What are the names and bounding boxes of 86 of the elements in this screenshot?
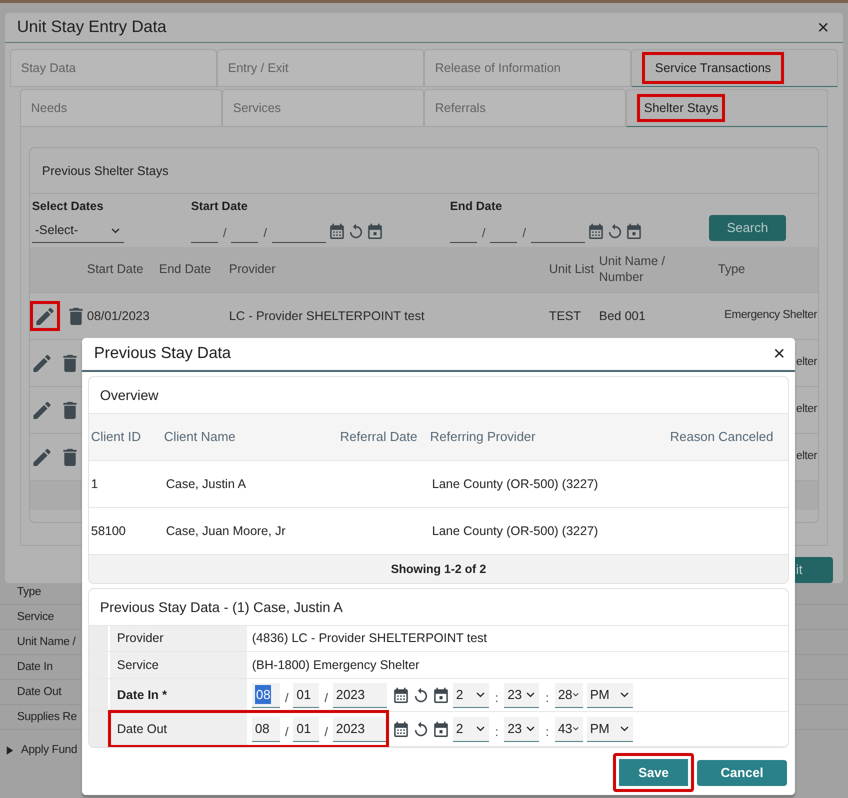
calendar-day-icon (366, 222, 383, 238)
dialog-button[interactable]: Save (613, 753, 694, 792)
calendar-icon (588, 222, 604, 238)
pagination-text: Showing 1-2 of 2 (89, 555, 788, 583)
edit-button[interactable] (30, 301, 60, 331)
pencil-icon (32, 353, 52, 373)
reset-icon (606, 222, 623, 238)
date-separator: / (481, 225, 486, 242)
column-header: Reason Canceled (669, 428, 774, 446)
table-cell-text: 1 (90, 476, 99, 493)
date-separator: / (323, 690, 329, 707)
tab[interactable]: Shelter Stays (626, 89, 828, 127)
hour-select[interactable]: 2 (452, 716, 489, 742)
table-cell-text: Lane County (OR-500) (3227) (431, 522, 600, 540)
table-cell-text: Case, Justin A (165, 476, 247, 493)
column-header: End Date (158, 262, 212, 278)
reset-icon (412, 721, 429, 737)
hour-select[interactable]: 2 (452, 682, 489, 708)
table-cell-text: elter (795, 449, 818, 464)
dialog-button[interactable]: Cancel (697, 760, 787, 786)
column-header: Type (717, 262, 746, 278)
calendar-icon (328, 222, 345, 238)
calendar-day-icon (626, 222, 642, 238)
search-button[interactable]: Search (709, 215, 786, 241)
pencil-icon (35, 306, 55, 326)
column-header: Provider (228, 262, 277, 278)
date-separator: / (284, 690, 290, 707)
date-separator: / (262, 225, 268, 242)
time-separator: : (494, 690, 500, 707)
table-cell-text: Lane County (OR-500) (3227) (431, 476, 600, 493)
field-label: Date Out (110, 712, 247, 746)
field-label: Start Date (191, 198, 249, 215)
day-field[interactable]: 01 (293, 682, 320, 708)
calendar-icon (392, 721, 409, 737)
column-header: Referral Date (339, 428, 418, 446)
column-header: Start Date (86, 262, 144, 278)
reset-icon (412, 687, 429, 703)
table-cell-text: Case, Juan Moore, Jr (165, 522, 286, 540)
close-button[interactable]: × (769, 344, 789, 364)
table-cell-text: 58100 (90, 522, 127, 540)
table-cell-text: elter (795, 402, 818, 418)
tab[interactable]: Service Transactions (631, 49, 838, 87)
second-select[interactable]: 28 (554, 682, 583, 708)
dates-select[interactable]: -Select- (32, 218, 124, 243)
time-separator: : (544, 690, 550, 707)
section-toggle[interactable]: Apply Fund (21, 742, 78, 760)
day-field[interactable]: 01 (293, 716, 320, 742)
column-header: Referring Provider (429, 428, 536, 446)
second-select[interactable]: 43 (554, 716, 583, 742)
dialog-title: Previous Stay Data (94, 344, 231, 364)
table-cell-text: Emergency Shelter (723, 308, 818, 324)
table-cell-text: Bed 001 (598, 308, 647, 325)
year-field[interactable]: 2023 (332, 682, 387, 708)
close-button[interactable]: × (813, 18, 833, 38)
month-field[interactable]: 08 (252, 716, 280, 742)
year-field[interactable]: 2023 (332, 716, 387, 742)
pencil-icon (32, 447, 52, 467)
month-field[interactable]: 08 (252, 682, 280, 708)
ampm-select[interactable]: PM (586, 716, 633, 742)
date-separator: / (521, 225, 527, 242)
field-label: Service (110, 652, 247, 678)
column-header: Unit List (548, 262, 596, 278)
ampm-select[interactable]: PM (586, 682, 633, 708)
column-header: Client Name (163, 428, 237, 446)
calendar-icon (392, 687, 409, 703)
field-label: Provider (110, 626, 247, 651)
column-header: Unit Name / Number (598, 254, 666, 286)
calendar-day-icon (432, 687, 449, 703)
calendar-day-icon (432, 721, 449, 737)
date-separator: / (222, 225, 228, 242)
panel-title: Previous Shelter Stays (30, 148, 818, 194)
window-title: Unit Stay Entry Data (17, 17, 166, 38)
table-cell-text: 08/01/2023 (86, 308, 151, 325)
field-label: Date In * (110, 679, 247, 711)
field-value: (4836) LC - Provider SHELTERPOINT test (251, 630, 488, 648)
table-cell-text: LC - Provider SHELTERPOINT test (228, 308, 426, 325)
field-label: Select Dates (32, 198, 104, 215)
minute-select[interactable]: 23 (504, 682, 540, 708)
table-cell-text: TEST (548, 308, 582, 325)
table-cell-text: elter (795, 355, 818, 370)
reset-icon (348, 222, 364, 238)
field-label: End Date (450, 198, 504, 215)
field-value: (BH-1800) Emergency Shelter (251, 656, 420, 674)
column-header: Client ID (90, 428, 142, 446)
minute-select[interactable]: 23 (504, 716, 540, 742)
pencil-icon (32, 400, 52, 420)
